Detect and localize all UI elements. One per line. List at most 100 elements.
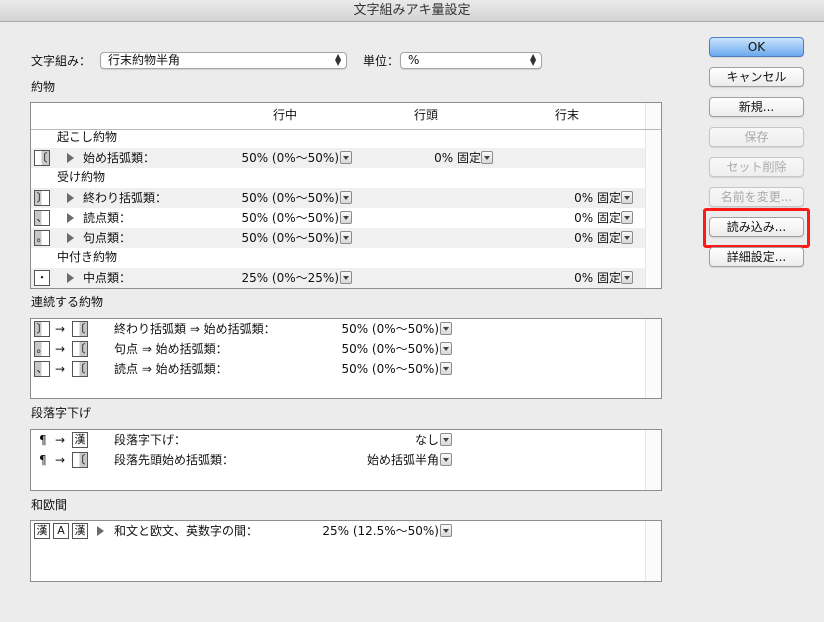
row-value: 50% (0%〜50%) [341, 322, 439, 336]
mid-dropdown[interactable] [340, 271, 352, 284]
dansaku-scrollbar[interactable] [645, 430, 661, 490]
row-value: 50% (0%〜50%) [341, 342, 439, 356]
mid-value: 25% (0%〜25%) [241, 271, 339, 285]
ok-button[interactable]: OK [709, 37, 804, 57]
row-value: 始め括弧半角 [366, 453, 439, 467]
disclosure-triangle-icon[interactable] [67, 193, 74, 203]
yakumono-panel: 行中 行頭 行末 起こし約物 〔 始め括弧類： 50% (0%〜50%) 0% … [30, 102, 662, 289]
tail-dropdown[interactable] [621, 231, 633, 244]
open-bracket-icon: 〔 [72, 341, 88, 357]
row-label: 読点類： [83, 211, 132, 225]
group-label-uke: 受け約物 [57, 170, 106, 184]
close-bracket-icon: 〕 [34, 321, 50, 337]
mid-value: 50% (0%〜50%) [241, 151, 339, 165]
kanji-sample-icon: 漢 [34, 523, 50, 539]
group-label-nakatsuki: 中付き約物 [57, 250, 118, 264]
row-label: 始め括弧類： [83, 151, 156, 165]
arrow-right-icon: → [55, 433, 66, 447]
save-button[interactable]: 保存 [709, 127, 804, 147]
disclosure-triangle-icon[interactable] [67, 153, 74, 163]
unit-select-value: % [408, 53, 420, 67]
open-bracket-icon: 〔 [34, 150, 50, 166]
group-label-okoshi: 起こし約物 [57, 130, 118, 144]
detail-settings-button[interactable]: 詳細設定... [709, 247, 804, 267]
kanji-sample-icon: 漢 [72, 523, 88, 539]
mojigumi-select[interactable]: 行末約物半角 ▲ ▼ [100, 52, 347, 69]
select-arrows-icon: ▲ ▼ [335, 52, 342, 67]
tail-value: 0% 固定 [574, 231, 621, 245]
row-label: 終わり括弧類 ⇒ 始め括弧類： [114, 322, 276, 336]
dansaku-panel: ¶ → 漢 段落字下げ： なし ¶ → 〔 段落先頭始め括弧類： 始め括弧半角 [30, 429, 662, 491]
new-button[interactable]: 新規... [709, 97, 804, 117]
renzoku-panel: 〕 → 〔 終わり括弧類 ⇒ 始め括弧類： 50% (0%〜50%) 。 → 〔… [30, 318, 662, 399]
row-value: なし [414, 433, 439, 447]
tail-dropdown[interactable] [621, 211, 633, 224]
open-bracket-icon: 〔 [72, 452, 88, 468]
yakumono-section-label: 約物 [31, 80, 56, 94]
close-bracket-icon: 〕 [34, 190, 50, 206]
delete-set-button[interactable]: セット削除 [709, 157, 804, 177]
value-dropdown[interactable] [440, 362, 452, 375]
comma-icon: 、 [34, 210, 50, 226]
period-icon: 。 [34, 341, 50, 357]
row-label: 読点 ⇒ 始め括弧類： [114, 362, 228, 376]
period-icon: 。 [34, 230, 50, 246]
head-value: 0% 固定 [434, 151, 481, 165]
alpha-sample-icon: A [53, 523, 69, 539]
tail-dropdown[interactable] [621, 271, 633, 284]
row-label: 終わり括弧類： [83, 191, 168, 205]
column-header-head: 行頭 [414, 108, 439, 122]
mojigumi-label: 文字組み： [31, 54, 92, 68]
column-header-mid: 行中 [273, 108, 298, 122]
row-label: 句点類： [83, 231, 132, 245]
wao-panel: 漢 A 漢 和文と欧文、英数字の間： 25% (12.5%〜50%) [30, 520, 662, 582]
renzoku-scrollbar[interactable] [645, 319, 661, 398]
rename-button[interactable]: 名前を変更... [709, 187, 804, 207]
mojigumi-select-value: 行末約物半角 [108, 53, 181, 67]
header-divider [31, 129, 661, 130]
open-bracket-icon: 〔 [72, 321, 88, 337]
select-arrows-icon: ▲ ▼ [530, 52, 537, 67]
tail-dropdown[interactable] [621, 191, 633, 204]
tail-value: 0% 固定 [574, 211, 621, 225]
disclosure-triangle-icon[interactable] [97, 526, 104, 536]
column-header-tail: 行末 [555, 108, 580, 122]
yakumono-scrollbar[interactable] [645, 103, 661, 288]
row-value: 50% (0%〜50%) [341, 362, 439, 376]
arrow-right-icon: → [55, 453, 66, 467]
row-label: 段落先頭始め括弧類： [114, 453, 235, 467]
mid-dropdown[interactable] [340, 231, 352, 244]
pilcrow-icon: ¶ [39, 433, 47, 447]
mid-value: 50% (0%〜50%) [241, 211, 339, 225]
mid-value: 50% (0%〜50%) [241, 231, 339, 245]
renzoku-section-label: 連続する約物 [31, 295, 104, 309]
disclosure-triangle-icon[interactable] [67, 213, 74, 223]
dansaku-section-label: 段落字下げ [31, 406, 92, 420]
value-dropdown[interactable] [440, 524, 452, 537]
disclosure-triangle-icon[interactable] [67, 233, 74, 243]
value-dropdown[interactable] [440, 342, 452, 355]
unit-label: 単位： [363, 54, 400, 68]
value-dropdown[interactable] [440, 453, 452, 466]
open-bracket-icon: 〔 [72, 361, 88, 377]
middle-dot-icon: ・ [34, 270, 50, 286]
mid-dropdown[interactable] [340, 151, 352, 164]
value-dropdown[interactable] [440, 322, 452, 335]
row-label: 和文と欧文、英数字の間： [114, 524, 259, 538]
value-dropdown[interactable] [440, 433, 452, 446]
disclosure-triangle-icon[interactable] [67, 273, 74, 283]
window-title: 文字組みアキ量設定 [0, 0, 824, 22]
row-label: 段落字下げ： [114, 433, 187, 447]
mid-dropdown[interactable] [340, 191, 352, 204]
mid-dropdown[interactable] [340, 211, 352, 224]
row-label: 中点類： [83, 271, 132, 285]
comma-icon: 、 [34, 361, 50, 377]
row-value: 25% (12.5%〜50%) [322, 524, 439, 538]
cancel-button[interactable]: キャンセル [709, 67, 804, 87]
wao-scrollbar[interactable] [645, 521, 661, 581]
unit-select[interactable]: % ▲ ▼ [400, 52, 542, 69]
kanji-sample-icon: 漢 [72, 432, 88, 448]
load-button-highlight [703, 208, 810, 248]
head-dropdown[interactable] [481, 151, 493, 164]
arrow-right-icon: → [55, 322, 66, 336]
